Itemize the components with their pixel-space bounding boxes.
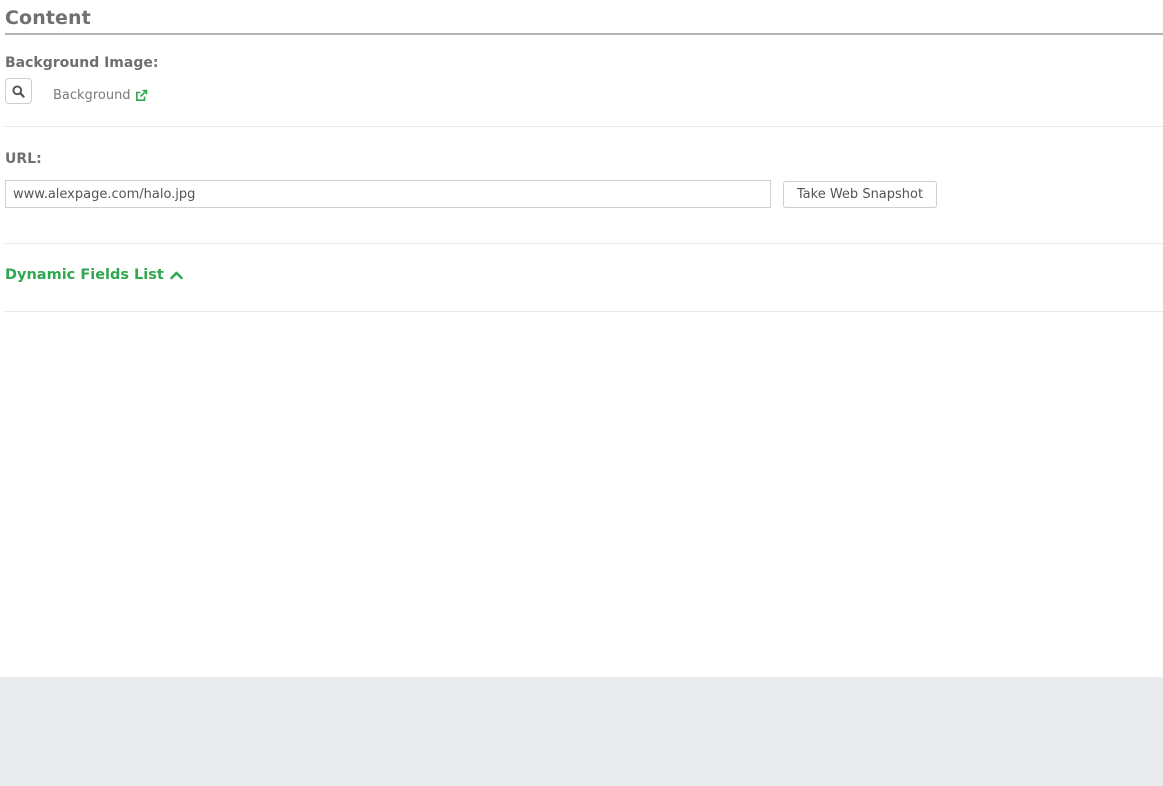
divider bbox=[5, 311, 1163, 312]
search-icon bbox=[12, 84, 25, 98]
background-search-button[interactable] bbox=[5, 78, 32, 104]
url-input[interactable] bbox=[5, 180, 771, 208]
dynamic-fields-toggle[interactable]: Dynamic Fields List bbox=[5, 267, 183, 283]
divider bbox=[5, 243, 1163, 244]
external-link-icon bbox=[135, 89, 147, 101]
background-link-text: Background bbox=[53, 88, 131, 103]
dynamic-fields-label: Dynamic Fields List bbox=[5, 267, 164, 283]
section-title: Content bbox=[5, 7, 91, 29]
content-panel: Content Background Image: Background URL… bbox=[0, 0, 1163, 677]
chevron-up-icon bbox=[170, 271, 183, 280]
divider bbox=[5, 126, 1163, 127]
footer-area bbox=[0, 677, 1163, 786]
background-image-label: Background Image: bbox=[5, 55, 159, 71]
take-web-snapshot-button[interactable]: Take Web Snapshot bbox=[783, 181, 937, 208]
title-divider bbox=[5, 33, 1163, 35]
url-label: URL: bbox=[5, 151, 42, 167]
background-link[interactable]: Background bbox=[53, 88, 148, 103]
